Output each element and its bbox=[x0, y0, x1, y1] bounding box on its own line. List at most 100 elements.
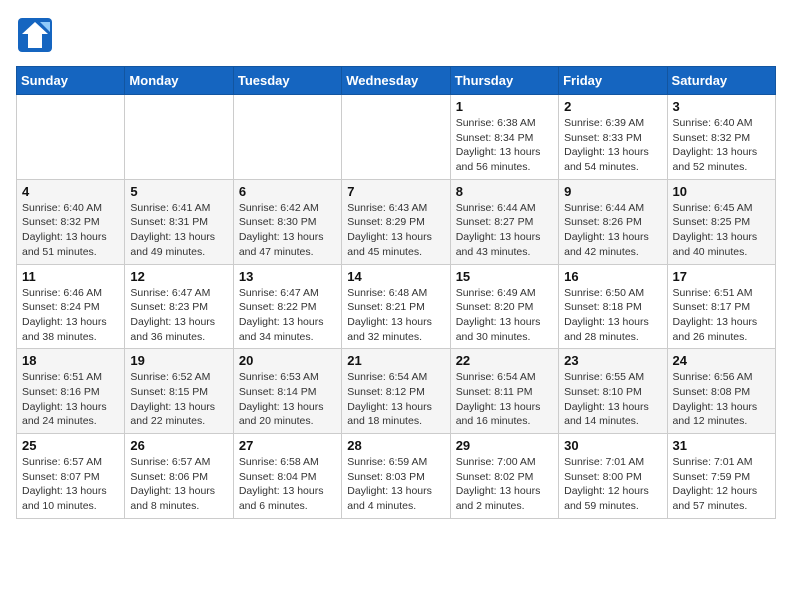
day-number: 11 bbox=[22, 269, 119, 284]
calendar-cell: 12Sunrise: 6:47 AM Sunset: 8:23 PM Dayli… bbox=[125, 264, 233, 349]
day-info: Sunrise: 6:47 AM Sunset: 8:22 PM Dayligh… bbox=[239, 286, 336, 345]
weekday-header: Tuesday bbox=[233, 67, 341, 95]
day-info: Sunrise: 6:39 AM Sunset: 8:33 PM Dayligh… bbox=[564, 116, 661, 175]
day-number: 25 bbox=[22, 438, 119, 453]
day-info: Sunrise: 6:40 AM Sunset: 8:32 PM Dayligh… bbox=[673, 116, 770, 175]
day-info: Sunrise: 7:01 AM Sunset: 8:00 PM Dayligh… bbox=[564, 455, 661, 514]
weekday-header: Friday bbox=[559, 67, 667, 95]
calendar-cell: 29 Sunrise: 7:00 AM Sunset: 8:02 PM Dayli… bbox=[450, 434, 558, 519]
day-info: Sunrise: 6:48 AM Sunset: 8:21 PM Dayligh… bbox=[347, 286, 444, 345]
calendar-cell: 18Sunrise: 6:51 AM Sunset: 8:16 PM Dayli… bbox=[17, 349, 125, 434]
weekday-header: Monday bbox=[125, 67, 233, 95]
day-info: Sunrise: 6:54 AM Sunset: 8:11 PM Dayligh… bbox=[456, 370, 553, 429]
day-info: Sunrise: 6:57 AM Sunset: 8:07 PM Dayligh… bbox=[22, 455, 119, 514]
calendar-cell: 3 Sunrise: 6:40 AM Sunset: 8:32 PM Daylig… bbox=[667, 95, 775, 180]
weekday-header: Wednesday bbox=[342, 67, 450, 95]
day-info: Sunrise: 6:57 AM Sunset: 8:06 PM Dayligh… bbox=[130, 455, 227, 514]
day-info: Sunrise: 6:44 AM Sunset: 8:27 PM Dayligh… bbox=[456, 201, 553, 260]
day-info: Sunrise: 6:44 AM Sunset: 8:26 PM Dayligh… bbox=[564, 201, 661, 260]
day-number: 3 bbox=[673, 99, 770, 114]
day-number: 20 bbox=[239, 353, 336, 368]
calendar-cell: 5 Sunrise: 6:41 AM Sunset: 8:31 PM Daylig… bbox=[125, 179, 233, 264]
calendar-cell bbox=[17, 95, 125, 180]
day-info: Sunrise: 7:00 AM Sunset: 8:02 PM Dayligh… bbox=[456, 455, 553, 514]
calendar-cell: 25 Sunrise: 6:57 AM Sunset: 8:07 PM Dayli… bbox=[17, 434, 125, 519]
day-info: Sunrise: 6:41 AM Sunset: 8:31 PM Dayligh… bbox=[130, 201, 227, 260]
day-number: 26 bbox=[130, 438, 227, 453]
day-number: 6 bbox=[239, 184, 336, 199]
day-number: 22 bbox=[456, 353, 553, 368]
calendar-cell: 11Sunrise: 6:46 AM Sunset: 8:24 PM Dayli… bbox=[17, 264, 125, 349]
day-info: Sunrise: 6:58 AM Sunset: 8:04 PM Dayligh… bbox=[239, 455, 336, 514]
calendar-cell: 9 Sunrise: 6:44 AM Sunset: 8:26 PM Daylig… bbox=[559, 179, 667, 264]
day-info: Sunrise: 6:40 AM Sunset: 8:32 PM Dayligh… bbox=[22, 201, 119, 260]
day-number: 28 bbox=[347, 438, 444, 453]
calendar-header-row: SundayMondayTuesdayWednesdayThursdayFrid… bbox=[17, 67, 776, 95]
calendar-week-row: 25 Sunrise: 6:57 AM Sunset: 8:07 PM Dayli… bbox=[17, 434, 776, 519]
page-header bbox=[16, 16, 776, 54]
calendar-table: SundayMondayTuesdayWednesdayThursdayFrid… bbox=[16, 66, 776, 519]
calendar-cell: 30 Sunrise: 7:01 AM Sunset: 8:00 PM Dayli… bbox=[559, 434, 667, 519]
calendar-cell: 8Sunrise: 6:44 AM Sunset: 8:27 PM Daylig… bbox=[450, 179, 558, 264]
day-number: 4 bbox=[22, 184, 119, 199]
calendar-cell: 20 Sunrise: 6:53 AM Sunset: 8:14 PM Dayli… bbox=[233, 349, 341, 434]
day-number: 16 bbox=[564, 269, 661, 284]
calendar-week-row: 18Sunrise: 6:51 AM Sunset: 8:16 PM Dayli… bbox=[17, 349, 776, 434]
calendar-cell: 31 Sunrise: 7:01 AM Sunset: 7:59 PM Dayli… bbox=[667, 434, 775, 519]
calendar-cell: 28Sunrise: 6:59 AM Sunset: 8:03 PM Dayli… bbox=[342, 434, 450, 519]
calendar-week-row: 1Sunrise: 6:38 AM Sunset: 8:34 PM Daylig… bbox=[17, 95, 776, 180]
day-number: 17 bbox=[673, 269, 770, 284]
weekday-header: Sunday bbox=[17, 67, 125, 95]
day-info: Sunrise: 6:52 AM Sunset: 8:15 PM Dayligh… bbox=[130, 370, 227, 429]
calendar-cell: 4 Sunrise: 6:40 AM Sunset: 8:32 PM Daylig… bbox=[17, 179, 125, 264]
day-info: Sunrise: 6:43 AM Sunset: 8:29 PM Dayligh… bbox=[347, 201, 444, 260]
logo-icon bbox=[16, 16, 54, 54]
day-number: 7 bbox=[347, 184, 444, 199]
day-number: 10 bbox=[673, 184, 770, 199]
day-number: 24 bbox=[673, 353, 770, 368]
calendar-cell bbox=[342, 95, 450, 180]
calendar-cell: 15 Sunrise: 6:49 AM Sunset: 8:20 PM Dayli… bbox=[450, 264, 558, 349]
day-number: 30 bbox=[564, 438, 661, 453]
day-info: Sunrise: 6:51 AM Sunset: 8:17 PM Dayligh… bbox=[673, 286, 770, 345]
day-number: 31 bbox=[673, 438, 770, 453]
day-number: 9 bbox=[564, 184, 661, 199]
day-number: 15 bbox=[456, 269, 553, 284]
calendar-week-row: 11Sunrise: 6:46 AM Sunset: 8:24 PM Dayli… bbox=[17, 264, 776, 349]
day-number: 21 bbox=[347, 353, 444, 368]
calendar-cell: 1Sunrise: 6:38 AM Sunset: 8:34 PM Daylig… bbox=[450, 95, 558, 180]
day-info: Sunrise: 6:54 AM Sunset: 8:12 PM Dayligh… bbox=[347, 370, 444, 429]
calendar-cell: 16 Sunrise: 6:50 AM Sunset: 8:18 PM Dayli… bbox=[559, 264, 667, 349]
calendar-cell: 13 Sunrise: 6:47 AM Sunset: 8:22 PM Dayli… bbox=[233, 264, 341, 349]
day-number: 2 bbox=[564, 99, 661, 114]
day-number: 23 bbox=[564, 353, 661, 368]
day-number: 5 bbox=[130, 184, 227, 199]
day-info: Sunrise: 6:49 AM Sunset: 8:20 PM Dayligh… bbox=[456, 286, 553, 345]
calendar-week-row: 4 Sunrise: 6:40 AM Sunset: 8:32 PM Daylig… bbox=[17, 179, 776, 264]
calendar-cell: 21 Sunrise: 6:54 AM Sunset: 8:12 PM Dayli… bbox=[342, 349, 450, 434]
calendar-cell: 17 Sunrise: 6:51 AM Sunset: 8:17 PM Dayli… bbox=[667, 264, 775, 349]
calendar-cell bbox=[233, 95, 341, 180]
logo bbox=[16, 16, 58, 54]
calendar-cell: 2 Sunrise: 6:39 AM Sunset: 8:33 PM Daylig… bbox=[559, 95, 667, 180]
day-number: 19 bbox=[130, 353, 227, 368]
weekday-header: Saturday bbox=[667, 67, 775, 95]
calendar-cell: 22 Sunrise: 6:54 AM Sunset: 8:11 PM Dayli… bbox=[450, 349, 558, 434]
calendar-cell bbox=[125, 95, 233, 180]
day-info: Sunrise: 6:50 AM Sunset: 8:18 PM Dayligh… bbox=[564, 286, 661, 345]
calendar-cell: 6 Sunrise: 6:42 AM Sunset: 8:30 PM Daylig… bbox=[233, 179, 341, 264]
day-info: Sunrise: 6:53 AM Sunset: 8:14 PM Dayligh… bbox=[239, 370, 336, 429]
calendar-cell: 19 Sunrise: 6:52 AM Sunset: 8:15 PM Dayli… bbox=[125, 349, 233, 434]
day-info: Sunrise: 6:45 AM Sunset: 8:25 PM Dayligh… bbox=[673, 201, 770, 260]
day-number: 12 bbox=[130, 269, 227, 284]
day-info: Sunrise: 6:42 AM Sunset: 8:30 PM Dayligh… bbox=[239, 201, 336, 260]
day-number: 18 bbox=[22, 353, 119, 368]
calendar-cell: 26 Sunrise: 6:57 AM Sunset: 8:06 PM Dayli… bbox=[125, 434, 233, 519]
day-info: Sunrise: 7:01 AM Sunset: 7:59 PM Dayligh… bbox=[673, 455, 770, 514]
day-info: Sunrise: 6:55 AM Sunset: 8:10 PM Dayligh… bbox=[564, 370, 661, 429]
weekday-header: Thursday bbox=[450, 67, 558, 95]
day-number: 29 bbox=[456, 438, 553, 453]
day-number: 13 bbox=[239, 269, 336, 284]
day-number: 27 bbox=[239, 438, 336, 453]
calendar-cell: 7 Sunrise: 6:43 AM Sunset: 8:29 PM Daylig… bbox=[342, 179, 450, 264]
